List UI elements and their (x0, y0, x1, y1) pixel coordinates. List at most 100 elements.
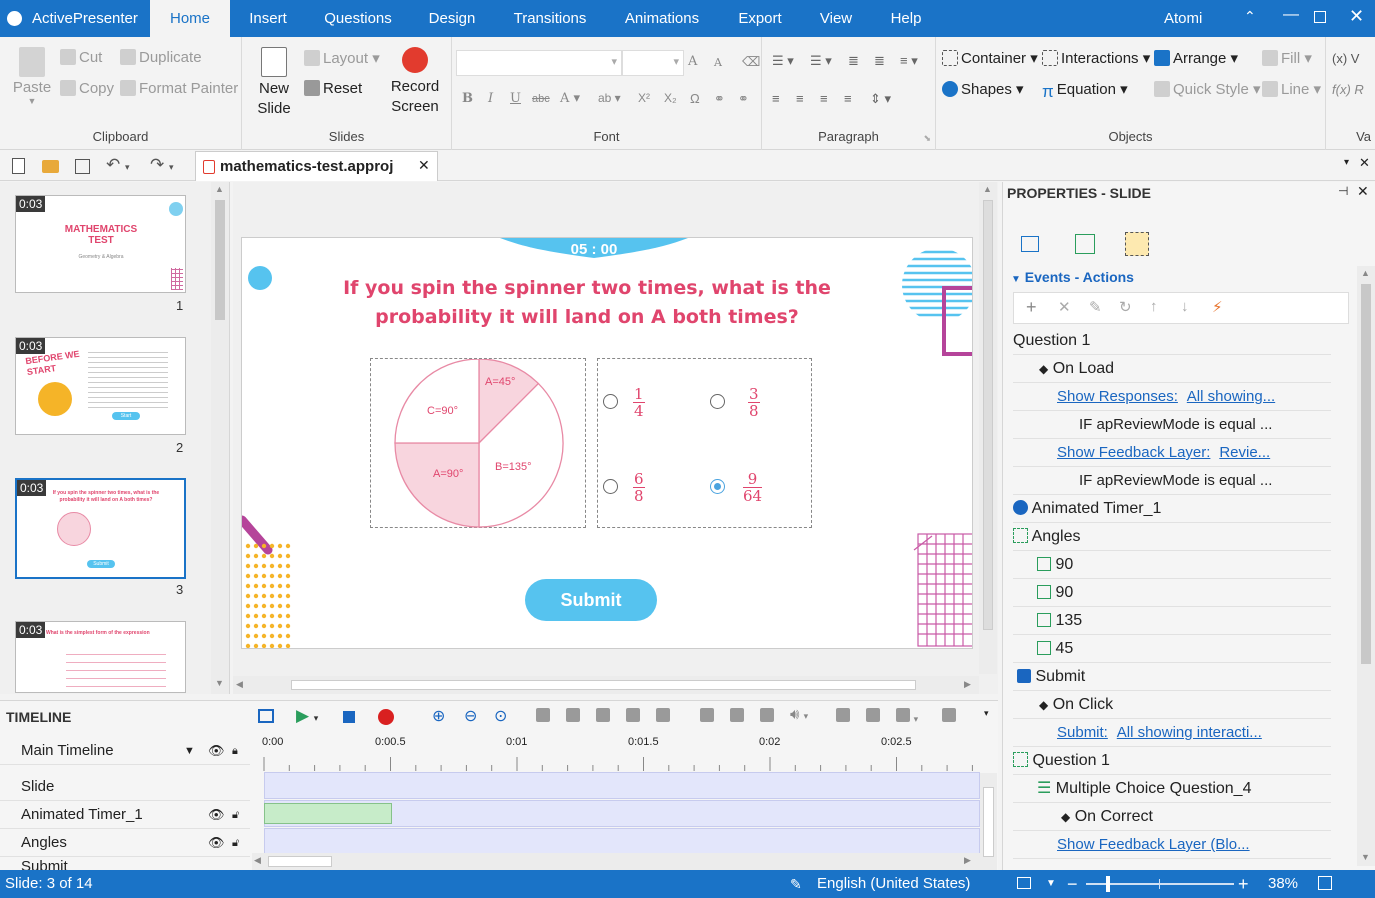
subscript-icon[interactable]: X₂ (664, 91, 677, 105)
tab-insert[interactable]: Insert (240, 0, 296, 37)
zoom-out-icon[interactable]: ⊖ (464, 706, 477, 726)
duplicate-button[interactable]: Duplicate (120, 49, 202, 66)
tab-design[interactable]: Design (420, 0, 484, 37)
tree-row-show-responses[interactable]: Show Responses: All showing... (1013, 383, 1331, 411)
tab-help[interactable]: Help (880, 0, 932, 37)
close-tab-icon[interactable]: ✕ (418, 157, 430, 174)
tree-row-question-1[interactable]: Question 1 (1013, 327, 1331, 355)
tree-row-question-1b[interactable]: Question 1 (1013, 747, 1331, 775)
bold-icon[interactable]: B (462, 91, 473, 106)
zoom-in-button[interactable]: + (1238, 870, 1249, 898)
option-radio-1[interactable] (603, 394, 618, 409)
spell-check-icon[interactable]: ✎ (790, 870, 802, 898)
new-file-icon[interactable] (12, 158, 25, 174)
line-button[interactable]: Line ▾ (1262, 80, 1321, 98)
question-text[interactable]: If you spin the spinner two times, what … (332, 274, 842, 332)
open-folder-icon[interactable] (42, 160, 59, 173)
tree-row-on-load[interactable]: ◆ On Load (1013, 355, 1331, 383)
scroll-thumb[interactable] (268, 856, 332, 867)
scroll-down-icon[interactable]: ▼ (215, 678, 224, 688)
tree-row-text-135[interactable]: 135 (1013, 607, 1331, 635)
zoom-slider[interactable] (1086, 876, 1234, 892)
align-right-icon[interactable]: ≡ (820, 91, 828, 106)
tree-row-angles[interactable]: Angles (1013, 523, 1331, 551)
bullets-icon[interactable]: ☰ ▾ (772, 53, 794, 69)
action-link[interactable]: Submit: (1057, 724, 1108, 741)
superscript-icon[interactable]: X² (638, 91, 650, 105)
timeline-hscroll[interactable]: ◀ ▶ (252, 853, 980, 870)
zoom-fit-icon[interactable]: ⊙ (494, 706, 507, 726)
collapse-ribbon-icon[interactable]: ⌃ (1244, 8, 1256, 25)
stop-icon[interactable] (343, 711, 355, 723)
option-radio-4[interactable] (710, 479, 725, 494)
action-param-link[interactable]: All showing... (1187, 388, 1275, 405)
close-panel-icon[interactable]: ✕ (1357, 183, 1369, 200)
format-painter-button[interactable]: Format Painter (120, 80, 238, 97)
scroll-left-icon[interactable]: ◀ (254, 855, 261, 866)
language[interactable]: English (United States) (817, 870, 970, 898)
eye-icon[interactable]: 👁︎ (208, 801, 225, 829)
document-tab[interactable]: mathematics-test.approj ✕ (195, 151, 438, 181)
timeline-row-animated-timer[interactable]: Animated Timer_1 👁︎ 🔓︎ (0, 801, 250, 829)
justify-icon[interactable]: ≡ (844, 91, 852, 106)
tree-row-text-90[interactable]: 90 (1013, 579, 1331, 607)
decrease-indent-icon[interactable]: ≣ (848, 53, 859, 69)
view-mode-dropdown-icon[interactable]: ▼ (1046, 870, 1056, 898)
zoom-in-icon[interactable]: ⊕ (432, 706, 445, 726)
container-button[interactable]: Container ▾ (942, 49, 1038, 67)
timeline-row-slide[interactable]: Slide (0, 773, 250, 801)
slide-thumb-3[interactable]: 0:03 If you spin the spinner two times, … (15, 478, 186, 579)
timeline-menu-icon[interactable]: ▾ (984, 708, 989, 719)
variable-icon[interactable]: (x) V (1332, 51, 1359, 66)
main-timeline-select[interactable]: Main Timeline ▼ 👁︎ 🔒︎ (0, 737, 250, 765)
function-icon[interactable]: f(x) R (1332, 82, 1364, 97)
tab-home[interactable]: Home (150, 0, 230, 37)
underline-icon[interactable]: U (510, 91, 521, 106)
paragraph-dialog-icon[interactable]: ⬊ (923, 133, 931, 144)
scroll-thumb[interactable] (215, 200, 225, 320)
refresh-icon[interactable]: ↻ (1119, 298, 1132, 316)
properties-scrollbar[interactable]: ▲ ▼ (1357, 266, 1375, 866)
slide-thumb-2[interactable]: 0:03 BEFORE WE START Start (15, 337, 186, 435)
record-icon[interactable] (378, 709, 394, 725)
user-name[interactable]: Atomi (1164, 10, 1202, 27)
trim-icon[interactable] (626, 708, 640, 725)
view-mode-icon[interactable] (1017, 877, 1031, 889)
arrange-button[interactable]: Arrange ▾ (1154, 49, 1238, 67)
waveform-icon[interactable]: ▾ (896, 708, 918, 725)
scroll-up-icon[interactable]: ▲ (215, 184, 224, 194)
markers-icon[interactable] (942, 708, 956, 725)
eye-icon[interactable]: 👁︎ (208, 737, 225, 765)
clear-format-icon[interactable]: ⌫ (742, 54, 760, 70)
eye-icon[interactable]: 👁︎ (208, 829, 225, 857)
timeline-row-angles[interactable]: Angles 👁︎ 🔓︎ (0, 829, 250, 857)
properties-list-icon[interactable] (1021, 236, 1039, 252)
canvas-vscroll[interactable]: ▲ (979, 182, 997, 674)
timer-bar[interactable] (264, 803, 392, 824)
save-icon[interactable] (75, 159, 90, 174)
slide-thumb-1[interactable]: 0:03 MATHEMATICS TEST Geometry & Algebra (15, 195, 186, 293)
action-link[interactable]: Show Responses: (1057, 388, 1178, 405)
canvas-hscroll[interactable]: ◀ ▶ (233, 676, 979, 694)
events-actions-header[interactable]: ▼ Events - Actions (1011, 269, 1134, 285)
interactions-button[interactable]: Interactions ▾ (1042, 49, 1150, 67)
record-screen-button[interactable]: Record Screen (384, 47, 446, 117)
multiple-choice-question[interactable]: 14 38 68 9 64 (597, 358, 812, 528)
lock-icon[interactable]: 🔓︎ (232, 829, 239, 857)
lock-icon[interactable]: 🔒︎ (232, 737, 238, 765)
text-direction-icon[interactable]: ⇕ ▾ (870, 91, 891, 107)
tree-row-text-45[interactable]: 45 (1013, 635, 1331, 663)
scroll-thumb[interactable] (983, 787, 994, 857)
equation-button[interactable]: π Equation ▾ (1042, 80, 1128, 101)
scroll-up-icon[interactable]: ▲ (983, 184, 992, 194)
split-icon[interactable] (536, 708, 550, 725)
scroll-left-icon[interactable]: ◀ (236, 679, 243, 690)
font-size-select[interactable]: ▾ (622, 50, 684, 76)
action-param-link[interactable]: All showing interacti... (1117, 724, 1262, 741)
grow-font-icon[interactable]: A (688, 54, 697, 69)
events-icon[interactable] (1125, 232, 1149, 256)
tab-questions[interactable]: Questions (314, 0, 402, 37)
fade-in-icon[interactable] (836, 708, 850, 725)
select-icon[interactable] (258, 709, 274, 723)
freeze-icon[interactable] (730, 708, 744, 725)
